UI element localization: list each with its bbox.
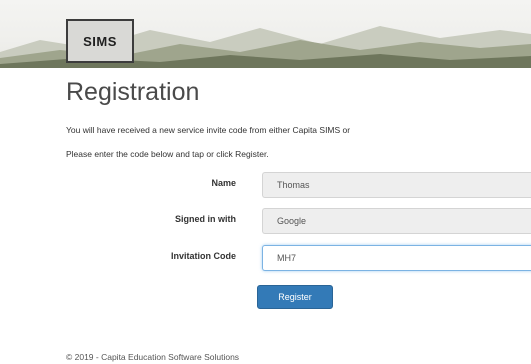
signed-in-with-row: Signed in with [0,208,531,234]
name-row: Name [0,172,531,198]
header-banner: SIMS [0,0,531,68]
name-label: Name [211,178,236,188]
instructions-text: Please enter the code below and tap or c… [66,149,269,159]
register-button[interactable]: Register [257,285,333,309]
invitation-code-label: Invitation Code [171,251,236,261]
footer-copyright: © 2019 - Capita Education Software Solut… [66,352,240,362]
logo-text: SIMS [83,33,117,49]
invitation-code-row: Invitation Code [0,245,531,271]
sims-logo: SIMS [66,19,134,63]
name-field[interactable] [262,172,531,198]
page: SIMS Registration You will have received… [0,0,531,364]
intro-text: You will have received a new service inv… [66,125,351,135]
page-title: Registration [66,78,200,106]
signed-in-with-label: Signed in with [175,214,236,224]
signed-in-with-field[interactable] [262,208,531,234]
invitation-code-input[interactable] [262,245,531,271]
